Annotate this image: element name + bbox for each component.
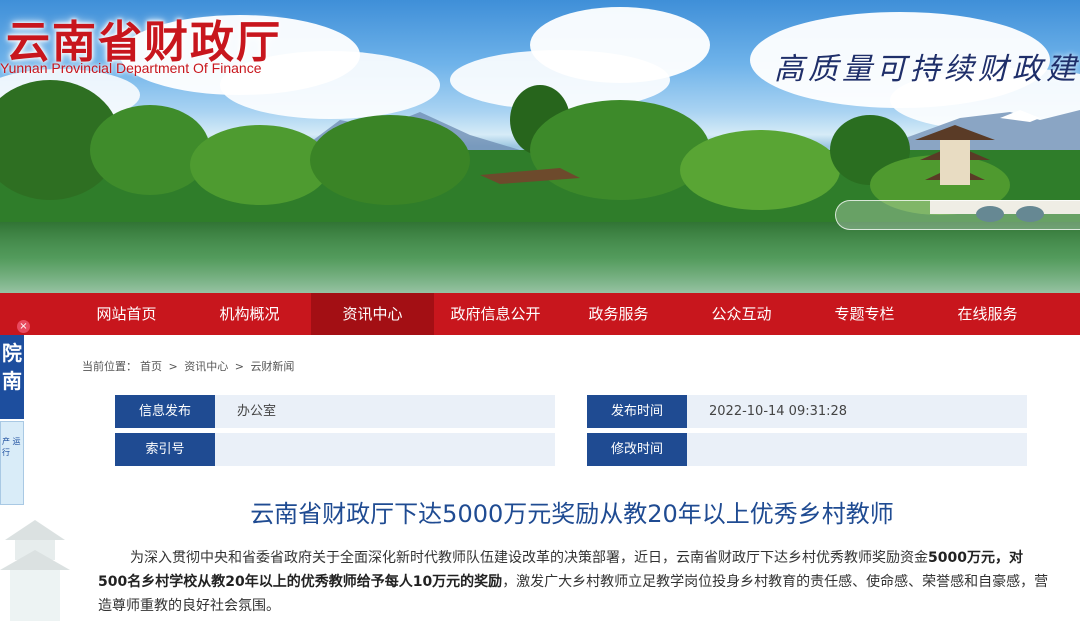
site-subtitle: Yunnan Provincial Department Of Finance (0, 60, 262, 76)
breadcrumb-current[interactable]: 云财新闻 (250, 360, 294, 373)
nav-item-topics[interactable]: 专题专栏 (803, 293, 926, 335)
breadcrumb-prefix: 当前位置： (82, 360, 137, 373)
main-nav: 网站首页 机构概况 资讯中心 政府信息公开 政务服务 公众互动 专题专栏 在线服… (0, 293, 1080, 335)
breadcrumb-news-center[interactable]: 资讯中心 (184, 360, 228, 373)
article-body: 为深入贯彻中央和省委省政府关于全面深化新时代教师队伍建设改革的决策部署，近日，云… (98, 546, 1050, 618)
breadcrumb-separator: > (234, 360, 244, 373)
banner-search-box[interactable] (835, 200, 1080, 230)
float-ad-bottom-banner[interactable]: 产 运行 (0, 421, 24, 505)
article-text: 为深入贯彻中央和省委省政府关于全面深化新时代教师队伍建设改革的决策部署，近日，云… (130, 550, 928, 566)
publisher-value: 办公室 (215, 395, 555, 428)
nav-item-services[interactable]: 政务服务 (557, 293, 680, 335)
breadcrumb-home[interactable]: 首页 (140, 360, 162, 373)
nav-item-online-services[interactable]: 在线服务 (926, 293, 1049, 335)
banner-slogan: 高质量可持续财政建 (774, 52, 1080, 87)
nav-item-gov-info[interactable]: 政府信息公开 (434, 293, 557, 335)
index-number-label: 索引号 (115, 433, 215, 466)
modified-date-label: 修改时间 (587, 433, 687, 466)
publish-date-value: 2022-10-14 09:31:28 (687, 395, 1027, 428)
floating-ad[interactable]: 院 南 产 运行 (0, 325, 26, 505)
breadcrumb-separator: > (168, 360, 178, 373)
float-ad-close-icon[interactable]: × (17, 320, 30, 333)
nav-item-news-center[interactable]: 资讯中心 (311, 293, 434, 335)
nav-item-home[interactable]: 网站首页 (65, 293, 188, 335)
publisher-label: 信息发布 (115, 395, 215, 428)
float-ad-top-banner[interactable]: 院 南 (0, 335, 24, 419)
article-title: 云南省财政厅下达5000万元奖励从教20年以上优秀乡村教师 (250, 500, 894, 528)
modified-date-value (687, 433, 1027, 466)
nav-item-interaction[interactable]: 公众互动 (680, 293, 803, 335)
header-banner: 云南省财政厅 Yunnan Provincial Department Of F… (0, 0, 1080, 293)
breadcrumb: 当前位置： 首页 > 资讯中心 > 云财新闻 (82, 358, 297, 374)
nav-item-about[interactable]: 机构概况 (188, 293, 311, 335)
publish-date-label: 发布时间 (587, 395, 687, 428)
index-number-value (215, 433, 555, 466)
